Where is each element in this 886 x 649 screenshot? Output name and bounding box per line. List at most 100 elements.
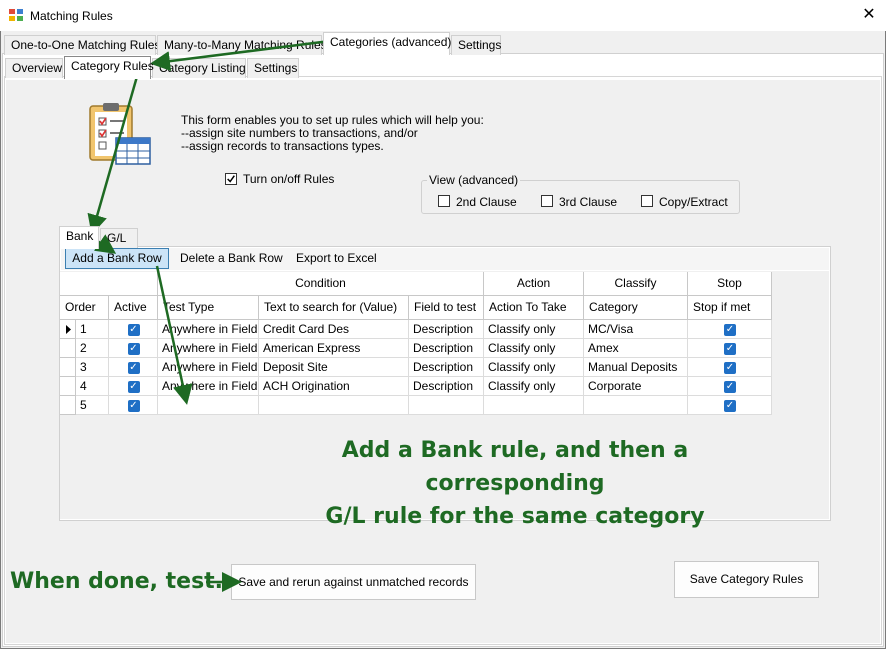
- cell-text: 4: [80, 379, 87, 393]
- group-header-condition: Condition: [158, 272, 484, 296]
- grid-cell-text[interactable]: Deposit Site: [259, 358, 409, 377]
- grid-cell-test[interactable]: Anywhere in Field: [158, 320, 259, 339]
- grid-cell-category[interactable]: Corporate: [584, 377, 688, 396]
- grid-cell-text[interactable]: ACH Origination: [259, 377, 409, 396]
- clipboard-checklist-icon: [89, 103, 151, 165]
- checked-checkbox-icon[interactable]: ✓: [127, 381, 140, 393]
- grid-cell-order[interactable]: 1: [76, 320, 109, 339]
- delete-bank-row-button[interactable]: Delete a Bank Row: [180, 251, 283, 265]
- tab-bank[interactable]: Bank: [59, 226, 99, 249]
- grid-cell-category[interactable]: MC/Visa: [584, 320, 688, 339]
- grid-cell-text[interactable]: [259, 396, 409, 415]
- tab-label: Bank: [66, 229, 94, 243]
- grid-cell-order[interactable]: 5: [76, 396, 109, 415]
- subtab-category-rules[interactable]: Category Rules: [64, 56, 154, 79]
- second-clause-checkbox[interactable]: [438, 195, 450, 207]
- grid-cell-stop[interactable]: ✓: [688, 358, 772, 377]
- cell-text: Manual Deposits: [588, 360, 678, 374]
- cell-text: Anywhere in Field: [162, 322, 258, 336]
- grid-cell-category[interactable]: Amex: [584, 339, 688, 358]
- checked-checkbox-icon[interactable]: ✓: [127, 400, 140, 412]
- third-clause-label: 3rd Clause: [559, 195, 618, 209]
- grid-cell-test[interactable]: [158, 396, 259, 415]
- row-selector[interactable]: [60, 377, 76, 396]
- subtab-settings[interactable]: Settings: [247, 58, 299, 78]
- export-excel-button[interactable]: Export to Excel: [296, 251, 377, 265]
- checked-checkbox-icon[interactable]: ✓: [724, 381, 736, 393]
- grid-cell-order[interactable]: 2: [76, 339, 109, 358]
- grid-cell-stop[interactable]: ✓: [688, 396, 772, 415]
- checked-checkbox-icon[interactable]: ✓: [127, 362, 140, 374]
- grid-cell-action[interactable]: Classify only: [484, 358, 584, 377]
- add-bank-row-button[interactable]: Add a Bank Row: [65, 248, 169, 269]
- checked-checkbox-icon[interactable]: ✓: [724, 400, 736, 412]
- grid-cell-text[interactable]: American Express: [259, 339, 409, 358]
- annotation-line: G/L rule for the same category: [325, 504, 705, 529]
- tab-one-to-one[interactable]: One-to-One Matching Rules: [4, 35, 160, 55]
- row-selector[interactable]: [60, 320, 76, 339]
- view-advanced-legend: View (advanced): [427, 173, 521, 187]
- col-category[interactable]: Category: [584, 296, 688, 320]
- grid-cell-test[interactable]: Anywhere in Field: [158, 377, 259, 396]
- col-action-take[interactable]: Action To Take: [484, 296, 584, 320]
- tab-settings-main[interactable]: Settings: [451, 35, 501, 55]
- tab-label: Categories (advanced): [330, 35, 452, 49]
- grid-cell-field[interactable]: Description: [409, 377, 484, 396]
- col-test-type[interactable]: Test Type: [158, 296, 259, 320]
- grid-cell-category[interactable]: Manual Deposits: [584, 358, 688, 377]
- row-selector[interactable]: [60, 339, 76, 358]
- grid-cell-category[interactable]: [584, 396, 688, 415]
- tab-categories-advanced[interactable]: Categories (advanced): [323, 32, 452, 55]
- grid-cell-action[interactable]: Classify only: [484, 320, 584, 339]
- cell-text: Description: [413, 379, 474, 393]
- checked-checkbox-icon[interactable]: ✓: [127, 324, 140, 336]
- grid-cell-stop[interactable]: ✓: [688, 339, 772, 358]
- grid-cell-action[interactable]: [484, 396, 584, 415]
- tab-gl[interactable]: G/L: [100, 228, 138, 248]
- grid-cell-field[interactable]: Description: [409, 358, 484, 377]
- row-selector[interactable]: [60, 396, 76, 415]
- grid-cell-active[interactable]: ✓: [109, 396, 158, 415]
- grid-cell-test[interactable]: Anywhere in Field: [158, 339, 259, 358]
- grid-cell-field[interactable]: Description: [409, 320, 484, 339]
- copy-extract-checkbox[interactable]: [641, 195, 653, 207]
- grid-cell-test[interactable]: Anywhere in Field: [158, 358, 259, 377]
- save-rerun-button[interactable]: Save and rerun against unmatched records: [231, 564, 476, 600]
- grid-cell-active[interactable]: ✓: [109, 377, 158, 396]
- row-selector[interactable]: [60, 358, 76, 377]
- grid-cell-order[interactable]: 4: [76, 377, 109, 396]
- col-text-search[interactable]: Text to search for (Value): [259, 296, 409, 320]
- subtab-category-listing[interactable]: Category Listing: [152, 58, 246, 78]
- cell-text: Classify only: [488, 341, 556, 355]
- close-icon[interactable]: ✕: [858, 5, 880, 25]
- col-stop-if-met[interactable]: Stop if met: [688, 296, 772, 320]
- grid-cell-text[interactable]: Credit Card Des: [259, 320, 409, 339]
- group-header-stop: Stop: [688, 272, 772, 296]
- subtab-overview[interactable]: Overview: [5, 58, 63, 78]
- grid-cell-field[interactable]: Description: [409, 339, 484, 358]
- grid-cell-stop[interactable]: ✓: [688, 377, 772, 396]
- grid-cell-action[interactable]: Classify only: [484, 339, 584, 358]
- tab-many-to-many[interactable]: Many-to-Many Matching Rules: [157, 35, 327, 55]
- cell-text: Description: [413, 341, 474, 355]
- save-category-rules-button[interactable]: Save Category Rules: [674, 561, 819, 598]
- cell-text: Corporate: [588, 379, 642, 393]
- checked-checkbox-icon[interactable]: ✓: [724, 324, 736, 336]
- grid-cell-active[interactable]: ✓: [109, 339, 158, 358]
- grid-cell-field[interactable]: [409, 396, 484, 415]
- third-clause-checkbox[interactable]: [541, 195, 553, 207]
- col-order[interactable]: Order: [60, 296, 109, 320]
- checked-checkbox-icon[interactable]: ✓: [724, 362, 736, 374]
- app-icon: [9, 9, 23, 21]
- grid-cell-active[interactable]: ✓: [109, 358, 158, 377]
- checked-checkbox-icon[interactable]: ✓: [724, 343, 736, 355]
- turn-onoff-checkbox[interactable]: [225, 173, 237, 185]
- grid-cell-action[interactable]: Classify only: [484, 377, 584, 396]
- col-field-test[interactable]: Field to test: [409, 296, 484, 320]
- grid-cell-active[interactable]: ✓: [109, 320, 158, 339]
- checked-checkbox-icon[interactable]: ✓: [127, 343, 140, 355]
- col-active[interactable]: Active: [109, 296, 158, 320]
- turn-onoff-label: Turn on/off Rules: [243, 172, 335, 186]
- grid-cell-stop[interactable]: ✓: [688, 320, 772, 339]
- grid-cell-order[interactable]: 3: [76, 358, 109, 377]
